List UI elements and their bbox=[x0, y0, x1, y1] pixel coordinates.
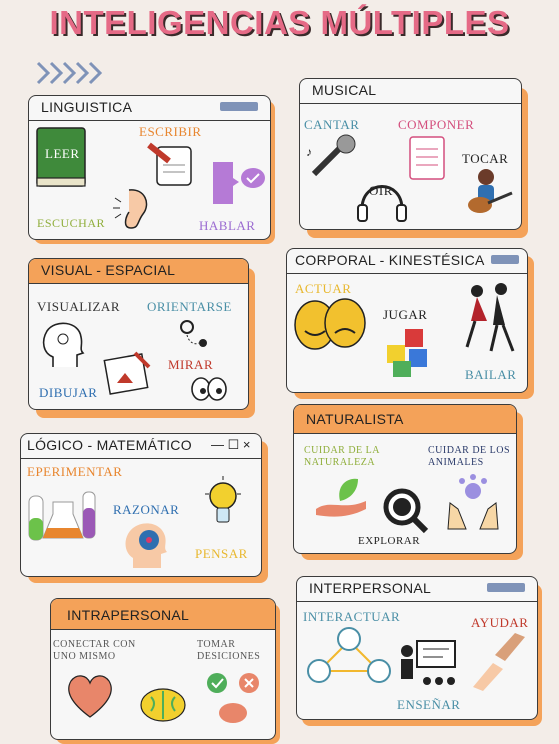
ear-icon bbox=[113, 189, 148, 229]
label-hablar: HABLAR bbox=[199, 218, 256, 233]
label-tomar: TOMAR DESICIONES bbox=[197, 639, 261, 662]
label-experimentar: EPERIMENTAR bbox=[27, 464, 123, 479]
puzzle-icon bbox=[387, 329, 427, 377]
label-componer: COMPONER bbox=[398, 117, 475, 132]
network-people-icon bbox=[307, 627, 391, 683]
label-escribir: ESCRIBIR bbox=[139, 124, 202, 139]
label-ensenar: ENSEÑAR bbox=[397, 697, 461, 712]
drawing-icon bbox=[103, 351, 151, 395]
teacher-board-icon bbox=[401, 640, 456, 685]
label-leer: LEER bbox=[45, 146, 80, 161]
chevrons-icon bbox=[36, 61, 103, 85]
label-actuar: ACTUAR bbox=[295, 281, 352, 296]
svg-text:♪: ♪ bbox=[306, 145, 312, 159]
label-cuidar-naturaleza: CUIDAR DE LA NATURALEZA bbox=[304, 445, 380, 468]
card-title: INTRAPERSONAL bbox=[67, 607, 190, 623]
page-title: INTELIGENCIAS MÚLTIPLES bbox=[49, 4, 510, 41]
card-title: LINGUISTICA bbox=[41, 99, 133, 115]
card-title: CORPORAL - KINESTÉSICA bbox=[295, 252, 485, 268]
speaking-head-icon bbox=[213, 162, 265, 204]
label-escuchar: ESCUCHAR bbox=[37, 216, 106, 230]
writing-paper-icon bbox=[147, 142, 192, 186]
theater-masks-icon bbox=[294, 298, 366, 350]
label-visualizar: VISUALIZAR bbox=[37, 299, 120, 314]
label-explorar: EXPLORAR bbox=[358, 535, 421, 547]
eyes-icon bbox=[191, 377, 227, 401]
label-jugar: JUGAR bbox=[383, 307, 428, 322]
label-bailar: BAILAR bbox=[465, 367, 517, 382]
head-gear-icon bbox=[125, 523, 167, 568]
brain-icon bbox=[140, 688, 186, 722]
hand-leaf-icon bbox=[316, 478, 366, 517]
label-cantar: CANTAR bbox=[304, 117, 360, 132]
sheet-music-icon bbox=[409, 136, 445, 180]
flasks-icon bbox=[28, 491, 96, 541]
label-tocar: TOCAR bbox=[462, 151, 509, 166]
card-title: MUSICAL bbox=[312, 82, 377, 98]
microphone-icon: ♪ bbox=[306, 134, 356, 177]
label-pensar: PENSAR bbox=[195, 546, 248, 561]
label-conectar: CONECTAR CON UNO MISMO bbox=[53, 639, 136, 662]
label-mirar: MIRAR bbox=[168, 357, 214, 372]
window-bar bbox=[487, 583, 525, 592]
check-cross-icon bbox=[207, 673, 259, 723]
card-title: NATURALISTA bbox=[306, 411, 404, 427]
window-bar bbox=[491, 255, 519, 264]
label-interactuar: INTERACTUAR bbox=[303, 609, 401, 624]
label-orientarse: ORIENTARSE bbox=[147, 299, 232, 314]
label-razonar: RAZONAR bbox=[113, 502, 180, 517]
card-title: INTERPERSONAL bbox=[309, 580, 432, 596]
label-ayudar: AYUDAR bbox=[471, 615, 529, 630]
label-dibujar: DIBUJAR bbox=[39, 385, 98, 400]
label-cuidar-animales: CUIDAR DE LOS ANIMALES bbox=[428, 445, 511, 468]
lightbulb-icon bbox=[205, 476, 241, 523]
headphones-icon bbox=[357, 185, 407, 222]
heart-icon bbox=[68, 675, 112, 718]
head-eye-icon bbox=[42, 322, 85, 367]
window-controls[interactable]: — ☐ × bbox=[211, 437, 250, 453]
card-title: LÓGICO - MATEMÁTICO bbox=[27, 437, 192, 453]
hands-paw-icon bbox=[447, 474, 499, 530]
dancers-icon bbox=[465, 283, 515, 352]
guitarist-icon bbox=[468, 169, 513, 213]
map-pin-icon bbox=[180, 320, 207, 347]
helping-hands-icon bbox=[473, 633, 525, 691]
card-title: VISUAL - ESPACIAL bbox=[41, 262, 176, 278]
window-bar bbox=[220, 102, 258, 111]
magnifier-globe-icon bbox=[383, 488, 429, 534]
